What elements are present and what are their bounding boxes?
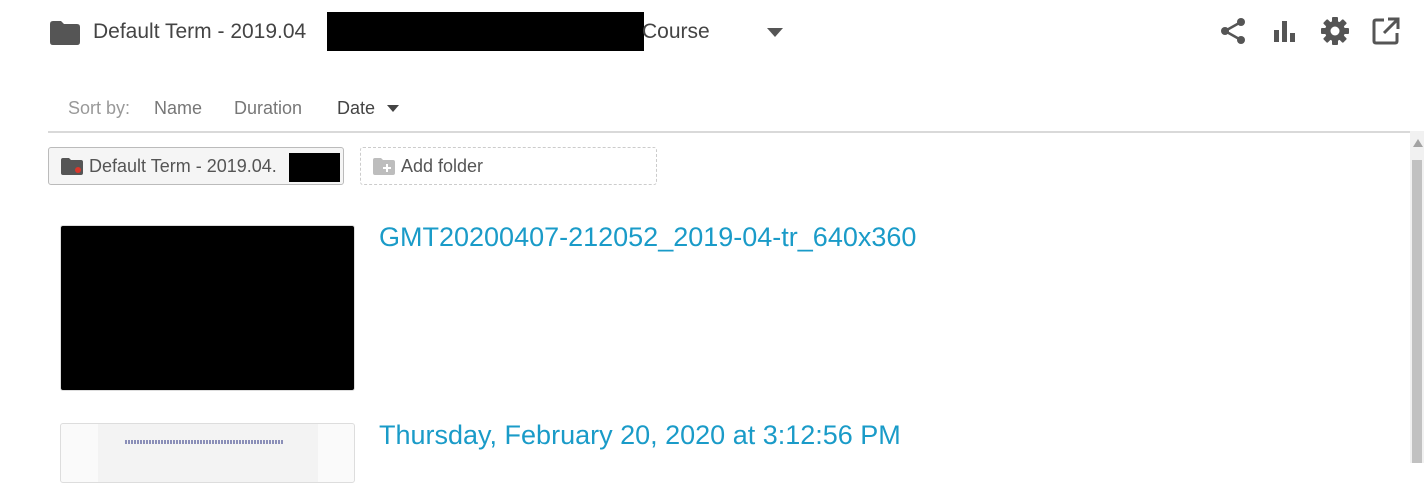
sort-by-name[interactable]: Name <box>154 98 202 119</box>
folder-icon <box>50 21 80 45</box>
session-thumbnail[interactable] <box>60 423 355 483</box>
redacted-block <box>289 153 340 182</box>
scrollbar-thumb[interactable] <box>1412 160 1422 463</box>
sort-by-duration[interactable]: Duration <box>234 98 302 119</box>
session-title-link[interactable]: Thursday, February 20, 2020 at 3:12:56 P… <box>379 420 901 451</box>
scroll-up-icon[interactable] <box>1413 139 1423 147</box>
redacted-block <box>327 12 644 51</box>
sort-by-date[interactable]: Date <box>337 98 375 119</box>
session-thumbnail[interactable] <box>60 225 355 391</box>
thumbnail-preview <box>98 424 318 482</box>
open-external-icon[interactable] <box>1369 14 1403 48</box>
folder-icon <box>61 157 83 175</box>
settings-icon[interactable] <box>1318 14 1352 48</box>
sort-label: Sort by: <box>68 98 131 118</box>
add-folder-button[interactable]: Add folder <box>360 147 657 185</box>
sort-direction-icon[interactable] <box>387 105 399 112</box>
divider <box>48 131 1410 133</box>
session-title-link[interactable]: GMT20200407-212052_2019-04-tr_640x360 <box>379 222 916 253</box>
stats-icon[interactable] <box>1267 14 1301 48</box>
folder-title-suffix[interactable]: Course <box>642 20 710 44</box>
thumbnail-text-lines <box>125 440 283 444</box>
folder-title[interactable]: Default Term - 2019.04 <box>93 20 306 44</box>
folder-add-icon <box>373 157 395 175</box>
share-icon[interactable] <box>1216 14 1250 48</box>
current-folder-label: Default Term - 2019.04. <box>89 155 277 176</box>
add-folder-label: Add folder <box>401 155 484 176</box>
chevron-down-icon[interactable] <box>767 28 783 37</box>
